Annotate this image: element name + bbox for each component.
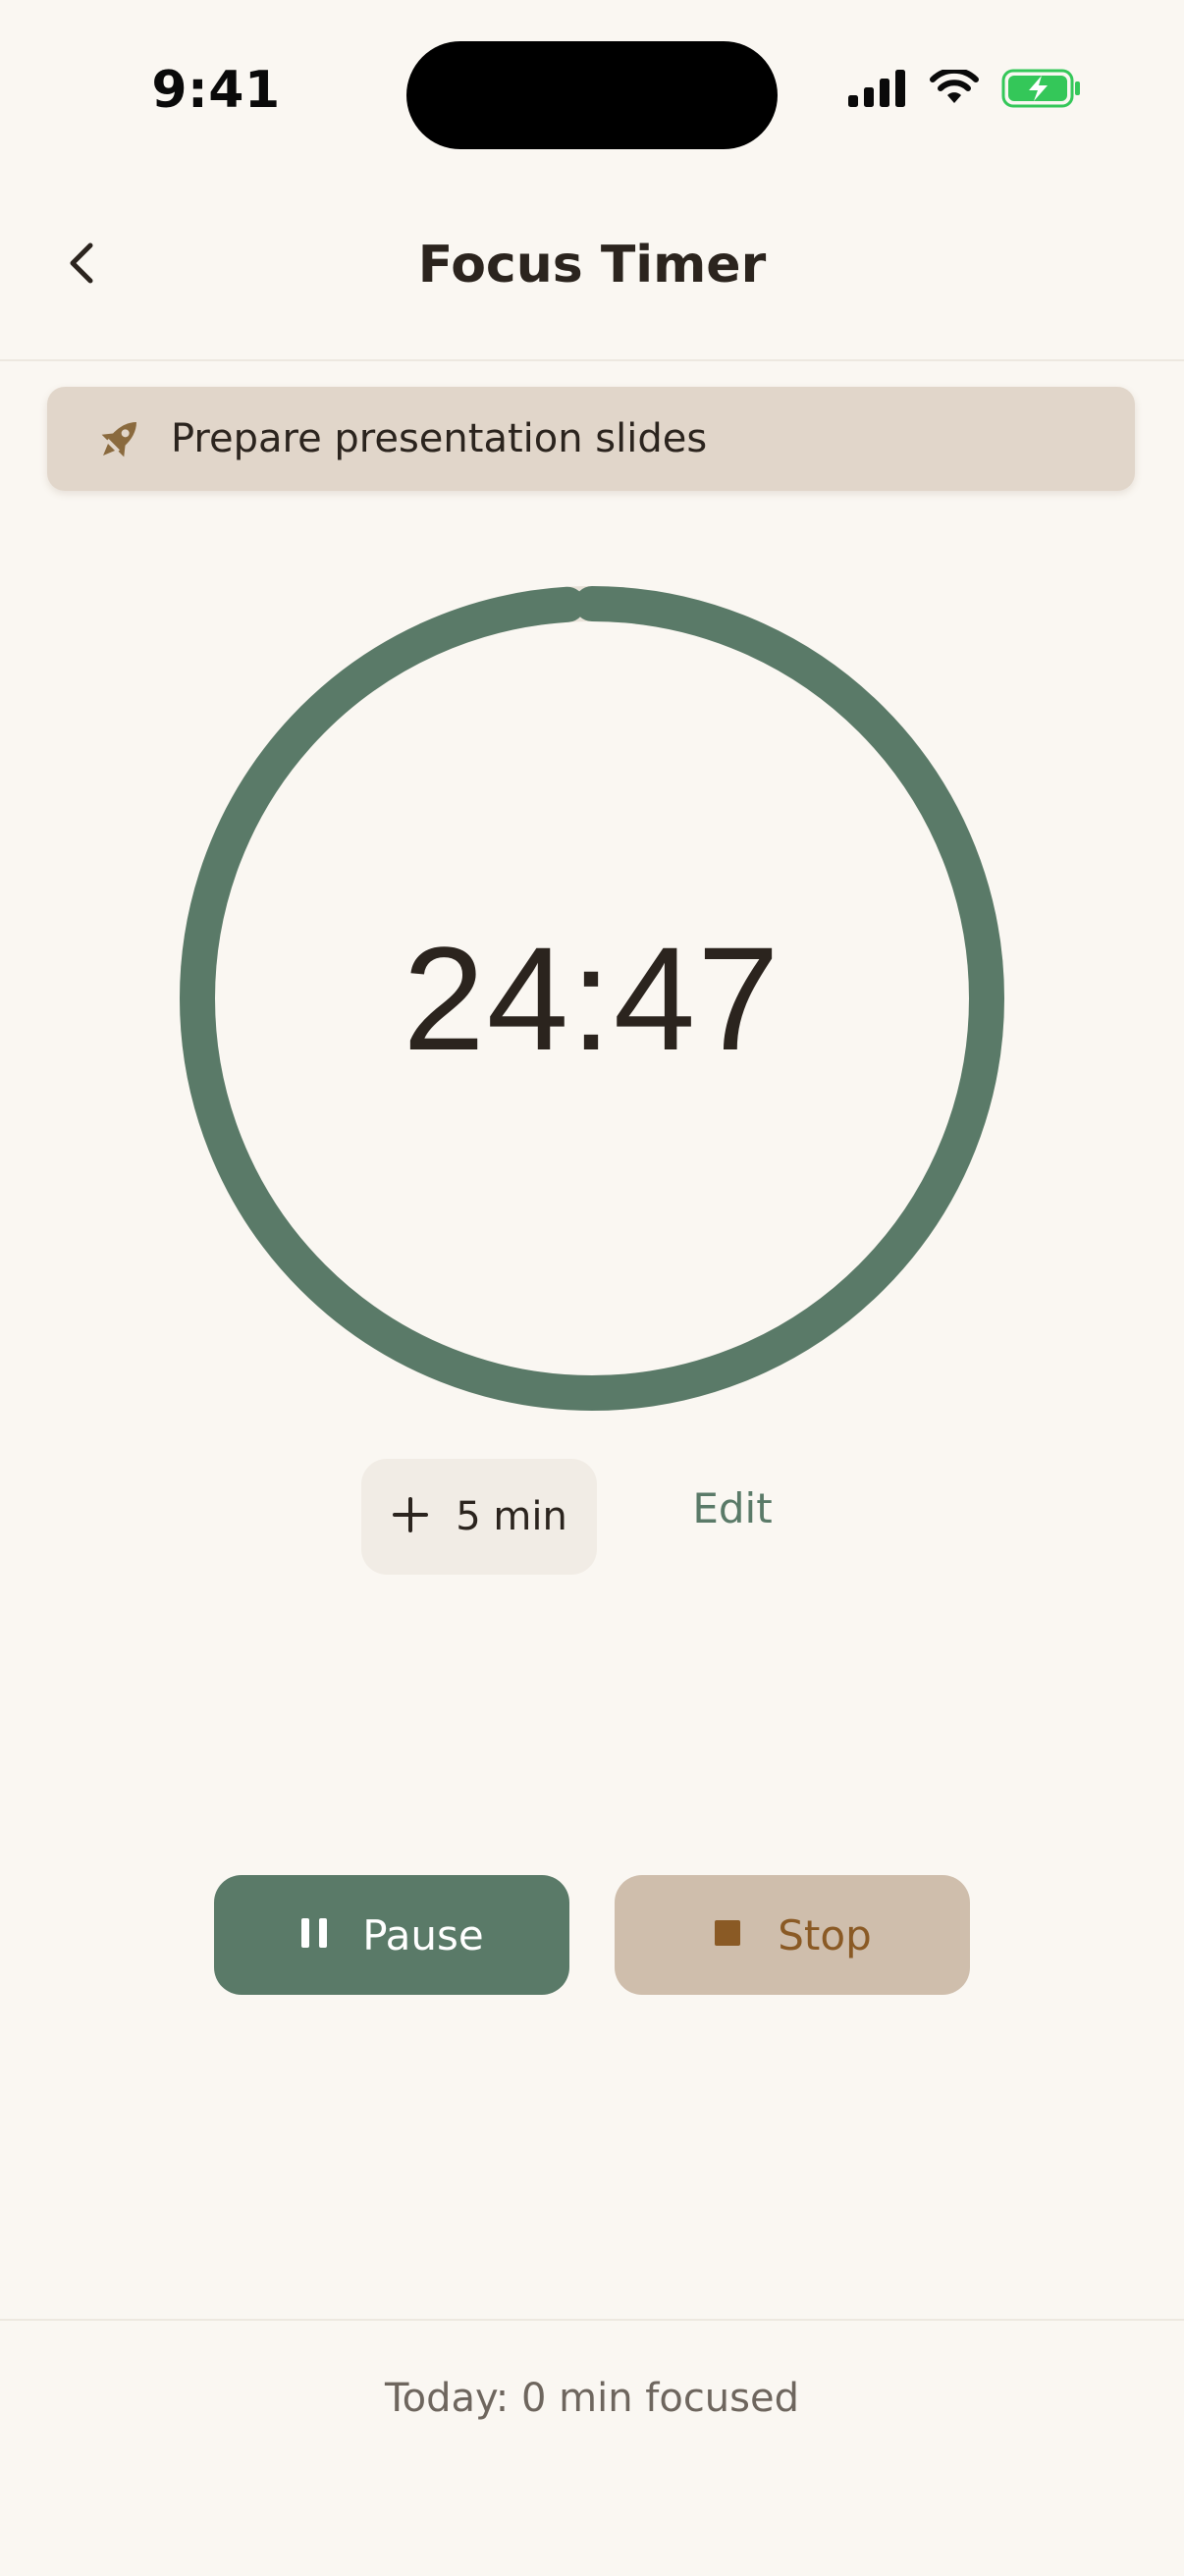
status-icons: [848, 67, 1082, 112]
stop-icon: [713, 1918, 742, 1952]
edit-button[interactable]: Edit: [677, 1484, 787, 1532]
timer-ring: 24:47: [177, 583, 1007, 1414]
footer: Today: 0 min focused: [0, 2319, 1184, 2576]
pause-button[interactable]: Pause: [214, 1875, 569, 1995]
timer-remaining: 24:47: [403, 915, 781, 1081]
current-task-banner: Prepare presentation slides: [47, 387, 1135, 491]
dynamic-island: [406, 41, 778, 149]
add-time-label: 5 min: [456, 1494, 567, 1539]
pause-label: Pause: [362, 1910, 484, 1959]
stop-label: Stop: [778, 1910, 872, 1959]
today-summary: Today: 0 min focused: [384, 2376, 799, 2421]
wifi-icon: [929, 67, 980, 111]
stop-button[interactable]: Stop: [615, 1875, 970, 1995]
add-5-min-button[interactable]: 5 min: [361, 1459, 597, 1575]
cellular-signal-icon: [848, 70, 907, 111]
plus-icon: [391, 1495, 430, 1538]
status-time: 9:41: [151, 61, 281, 120]
status-bar: 9:41: [0, 0, 1184, 187]
battery-charging-icon: [1001, 69, 1082, 112]
task-label: Prepare presentation slides: [171, 416, 708, 461]
pause-icon: [299, 1916, 329, 1954]
rocket-icon: [92, 411, 147, 466]
page-title: Focus Timer: [417, 236, 767, 295]
nav-header: Focus Timer: [0, 187, 1184, 361]
